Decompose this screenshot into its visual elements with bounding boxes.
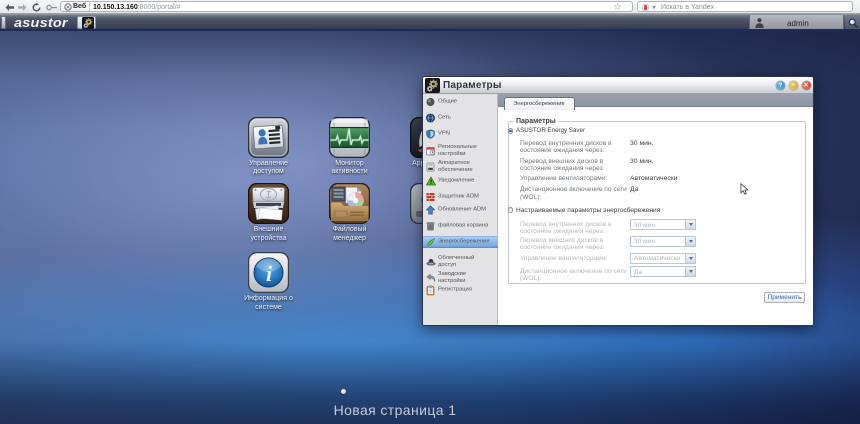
svg-text:i: i (266, 261, 273, 286)
